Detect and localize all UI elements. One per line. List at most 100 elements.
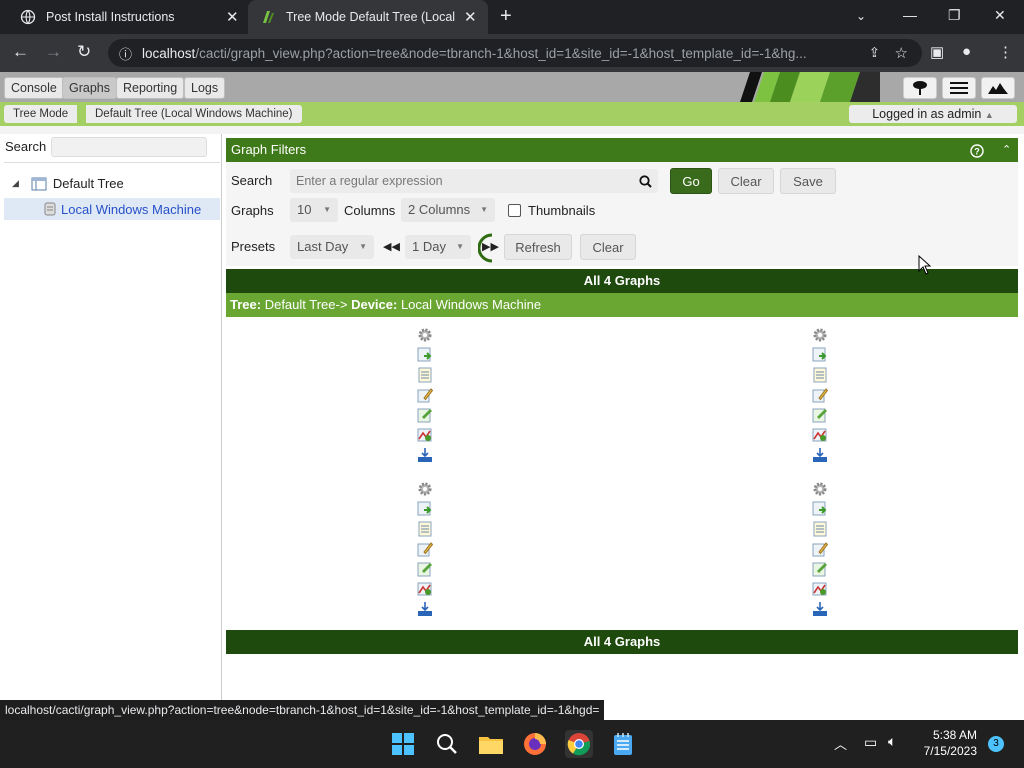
tab-graphs[interactable]: Graphs (62, 77, 117, 99)
graph-realtime-icon[interactable] (812, 581, 828, 597)
bookmark-star-icon[interactable]: ☆ (895, 44, 908, 62)
graph-edit-icon[interactable] (812, 541, 829, 557)
refresh-button[interactable]: Refresh (504, 234, 572, 260)
profile-icon[interactable]: ● (962, 43, 971, 60)
graphs-value: 10 (297, 202, 312, 217)
graph-utils-gear-icon[interactable] (417, 481, 433, 497)
graph-properties-icon[interactable] (417, 407, 433, 423)
graph-zoom-icon[interactable] (812, 347, 828, 363)
graph-csv-icon[interactable] (417, 367, 433, 383)
tab-console[interactable]: Console (4, 77, 64, 99)
close-tab-icon[interactable]: ✕ (226, 8, 239, 26)
start-icon[interactable] (389, 730, 417, 758)
search-placeholder: Enter a regular expression (296, 174, 443, 188)
new-tab-icon[interactable]: + (500, 5, 512, 28)
clear-button[interactable]: Clear (718, 168, 774, 194)
tree-label: Tree: (230, 297, 262, 312)
close-tab-icon[interactable]: ✕ (464, 8, 477, 26)
breadcrumb-tree-mode[interactable]: Tree Mode (4, 105, 78, 123)
graph-zoom-icon[interactable] (812, 501, 828, 517)
graph-csv-icon[interactable] (812, 521, 828, 537)
tab-logs[interactable]: Logs (184, 77, 226, 99)
graph-edit-icon[interactable] (812, 387, 829, 403)
graph-edit-icon[interactable] (417, 387, 434, 403)
url-input[interactable]: ⓘ localhost/cacti/graph_view.php?action=… (108, 39, 922, 67)
search-input[interactable]: Enter a regular expression (290, 169, 658, 193)
notification-badge[interactable]: 3 (988, 736, 1004, 752)
share-icon[interactable]: ⇪ (869, 45, 880, 61)
tree-view-button[interactable] (903, 77, 937, 99)
tree-device-bar: Tree: Default Tree-> Device: Local Windo… (226, 293, 1018, 317)
graph-timespan-icon[interactable] (417, 601, 433, 617)
back-icon[interactable]: ← (12, 42, 29, 62)
graph-utils-gear-icon[interactable] (417, 327, 433, 343)
user-menu[interactable]: Logged in as admin ▲ (849, 105, 1017, 123)
firefox-icon[interactable] (521, 730, 549, 758)
network-icon[interactable]: ▭ (864, 734, 877, 751)
tree-search-input[interactable] (51, 137, 207, 157)
shift-left-icon[interactable]: ◀◀ (383, 240, 400, 253)
save-button[interactable]: Save (780, 168, 836, 194)
tab-reporting[interactable]: Reporting (116, 77, 185, 99)
chrome-icon[interactable] (565, 730, 593, 758)
list-view-button[interactable] (942, 77, 976, 99)
graph-timespan-icon[interactable] (812, 601, 828, 617)
go-button[interactable]: Go (670, 168, 712, 194)
minimize-icon[interactable]: — (903, 7, 917, 23)
address-bar-row: ← → ↻ ⓘ localhost/cacti/graph_view.php?a… (0, 34, 1024, 72)
close-window-icon[interactable]: ✕ (994, 7, 1006, 24)
graph-realtime-icon[interactable] (417, 581, 433, 597)
graph-edit-icon[interactable] (417, 541, 434, 557)
header-separator (0, 126, 1024, 134)
device-icon (44, 202, 56, 216)
graph-timespan-icon[interactable] (417, 447, 433, 463)
columns-label: Columns (344, 203, 396, 218)
collapse-triangle-icon[interactable]: ◢ (12, 178, 19, 189)
graph-csv-icon[interactable] (812, 367, 828, 383)
clear-timespan-button[interactable]: Clear (580, 234, 636, 260)
graph-zoom-icon[interactable] (417, 501, 433, 517)
timespan-select[interactable]: 1 Day ▼ (405, 235, 471, 259)
graphs-per-page-select[interactable]: 10 ▼ (290, 198, 338, 222)
side-panel-icon[interactable]: ▣ (930, 43, 944, 61)
tab-post-install[interactable]: Post Install Instructions ✕ (8, 0, 248, 34)
graph-realtime-icon[interactable] (417, 427, 433, 443)
mountain-chart-icon (988, 83, 1008, 94)
list-icon (950, 82, 968, 94)
help-icon[interactable]: ? (970, 138, 984, 162)
volume-icon[interactable]: 🔈︎ (888, 733, 896, 750)
tab-tree-mode[interactable]: Tree Mode Default Tree (Local W ✕ (248, 0, 488, 34)
graph-properties-icon[interactable] (812, 561, 828, 577)
file-explorer-icon[interactable] (477, 730, 505, 758)
forward-icon[interactable]: → (45, 42, 62, 62)
graph-properties-icon[interactable] (417, 561, 433, 577)
graph-3-actions (417, 481, 435, 621)
search-icon[interactable] (639, 175, 652, 188)
graph-realtime-icon[interactable] (812, 427, 828, 443)
info-icon[interactable]: ⓘ (119, 44, 132, 63)
system-clock[interactable]: 5:38 AM 7/15/2023 (912, 727, 977, 759)
taskbar-search-icon[interactable] (433, 730, 461, 758)
columns-select[interactable]: 2 Columns ▼ (401, 198, 495, 222)
reload-icon[interactable]: ↻ (77, 42, 91, 62)
preview-view-button[interactable] (981, 77, 1015, 99)
thumbnails-checkbox[interactable] (508, 204, 521, 217)
show-hidden-icons-icon[interactable]: ︿ (834, 734, 847, 753)
graph-csv-icon[interactable] (417, 521, 433, 537)
graph-utils-gear-icon[interactable] (812, 481, 828, 497)
notepad-icon[interactable] (609, 730, 637, 758)
collapse-chevrons-icon[interactable]: ⌃ (1002, 138, 1011, 162)
presets-select[interactable]: Last Day ▼ (290, 235, 374, 259)
tree-node-local-windows-machine[interactable]: Local Windows Machine (4, 198, 220, 220)
shift-right-icon[interactable]: ▶▶ (482, 240, 499, 253)
restore-icon[interactable]: ❐ (948, 7, 961, 24)
graph-utils-gear-icon[interactable] (812, 327, 828, 343)
breadcrumb-default-tree[interactable]: Default Tree (Local Windows Machine) (86, 105, 302, 123)
thumbnails-label: Thumbnails (528, 203, 596, 218)
graph-timespan-icon[interactable] (812, 447, 828, 463)
tab-search-icon[interactable]: ⌄ (856, 9, 866, 23)
graph-zoom-icon[interactable] (417, 347, 433, 363)
menu-kebab-icon[interactable]: ⋮ (998, 43, 1013, 61)
graph-properties-icon[interactable] (812, 407, 828, 423)
tree-node-default-tree[interactable]: ◢ Default Tree (12, 176, 124, 191)
